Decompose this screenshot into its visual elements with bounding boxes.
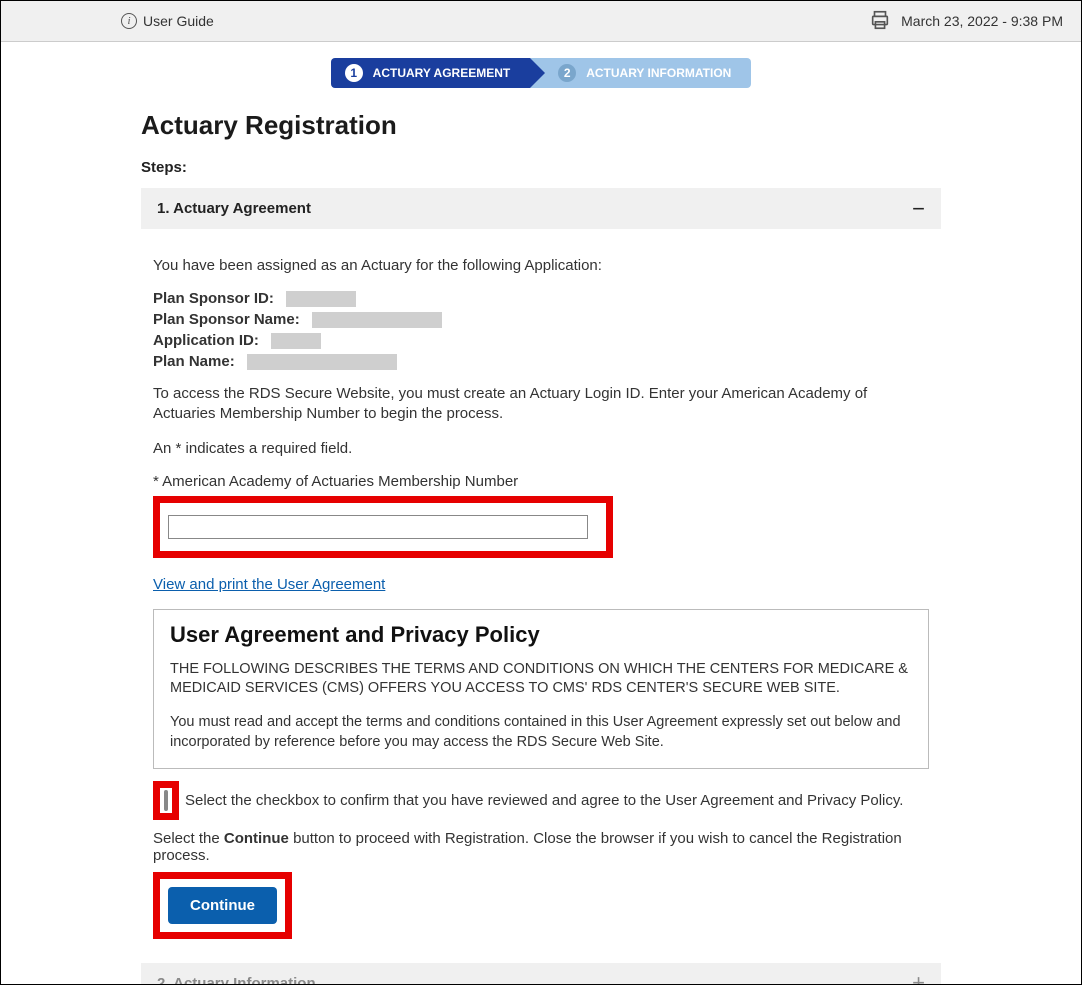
- plan-sponsor-name-row: Plan Sponsor Name:: [153, 311, 929, 328]
- application-id-value: [271, 333, 321, 349]
- user-agreement-scrollbox[interactable]: User Agreement and Privacy Policy THE FO…: [153, 609, 929, 769]
- membership-input-highlight: [153, 496, 613, 558]
- agreement-p1: THE FOLLOWING DESCRIBES THE TERMS AND CO…: [170, 660, 912, 699]
- step-2-label: ACTUARY INFORMATION: [586, 66, 731, 80]
- membership-number-label: * American Academy of Actuaries Membersh…: [153, 473, 929, 490]
- step-2-number: 2: [558, 64, 576, 82]
- agree-checkbox[interactable]: [164, 790, 168, 811]
- agree-checkbox-label: Select the checkbox to confirm that you …: [185, 792, 903, 809]
- timestamp: March 23, 2022 - 9:38 PM: [901, 13, 1063, 29]
- plan-sponsor-id-row: Plan Sponsor ID:: [153, 290, 929, 307]
- plan-sponsor-id-value: [286, 291, 356, 307]
- required-field-note: An * indicates a required field.: [153, 439, 929, 459]
- agreement-p2: You must read and accept the terms and c…: [170, 713, 912, 752]
- access-instructions: To access the RDS Secure Website, you mu…: [153, 384, 929, 425]
- print-icon[interactable]: [869, 9, 891, 34]
- step-1-actuary-agreement[interactable]: 1 ACTUARY AGREEMENT: [331, 58, 531, 88]
- continue-button-highlight: Continue: [153, 872, 292, 939]
- plan-name-value: [247, 354, 397, 370]
- steps-heading: Steps:: [141, 159, 941, 176]
- application-id-row: Application ID:: [153, 332, 929, 349]
- checkbox-highlight: [153, 781, 179, 820]
- membership-number-input[interactable]: [168, 515, 588, 539]
- user-guide-label: User Guide: [143, 13, 214, 29]
- plan-name-row: Plan Name:: [153, 353, 929, 370]
- assigned-text: You have been assigned as an Actuary for…: [153, 257, 929, 274]
- accordion-2-title: 2. Actuary Information: [157, 975, 316, 985]
- step-1-number: 1: [345, 64, 363, 82]
- accordion-actuary-information[interactable]: 2. Actuary Information +: [141, 963, 941, 985]
- agreement-title: User Agreement and Privacy Policy: [170, 622, 912, 648]
- info-icon: i: [121, 13, 137, 29]
- step-1-label: ACTUARY AGREEMENT: [373, 66, 511, 80]
- accordion-1-title: 1. Actuary Agreement: [157, 200, 311, 217]
- page-title: Actuary Registration: [141, 110, 941, 141]
- accordion-actuary-agreement[interactable]: 1. Actuary Agreement −: [141, 188, 941, 229]
- step-2-actuary-information[interactable]: 2 ACTUARY INFORMATION: [530, 58, 751, 88]
- plan-sponsor-name-value: [312, 312, 442, 328]
- user-guide-link[interactable]: i User Guide: [121, 13, 214, 29]
- continue-button[interactable]: Continue: [168, 887, 277, 924]
- view-print-agreement-link[interactable]: View and print the User Agreement: [153, 576, 385, 593]
- stepper: 1 ACTUARY AGREEMENT 2 ACTUARY INFORMATIO…: [141, 58, 941, 88]
- proceed-instructions: Select the Continue button to proceed wi…: [153, 830, 929, 864]
